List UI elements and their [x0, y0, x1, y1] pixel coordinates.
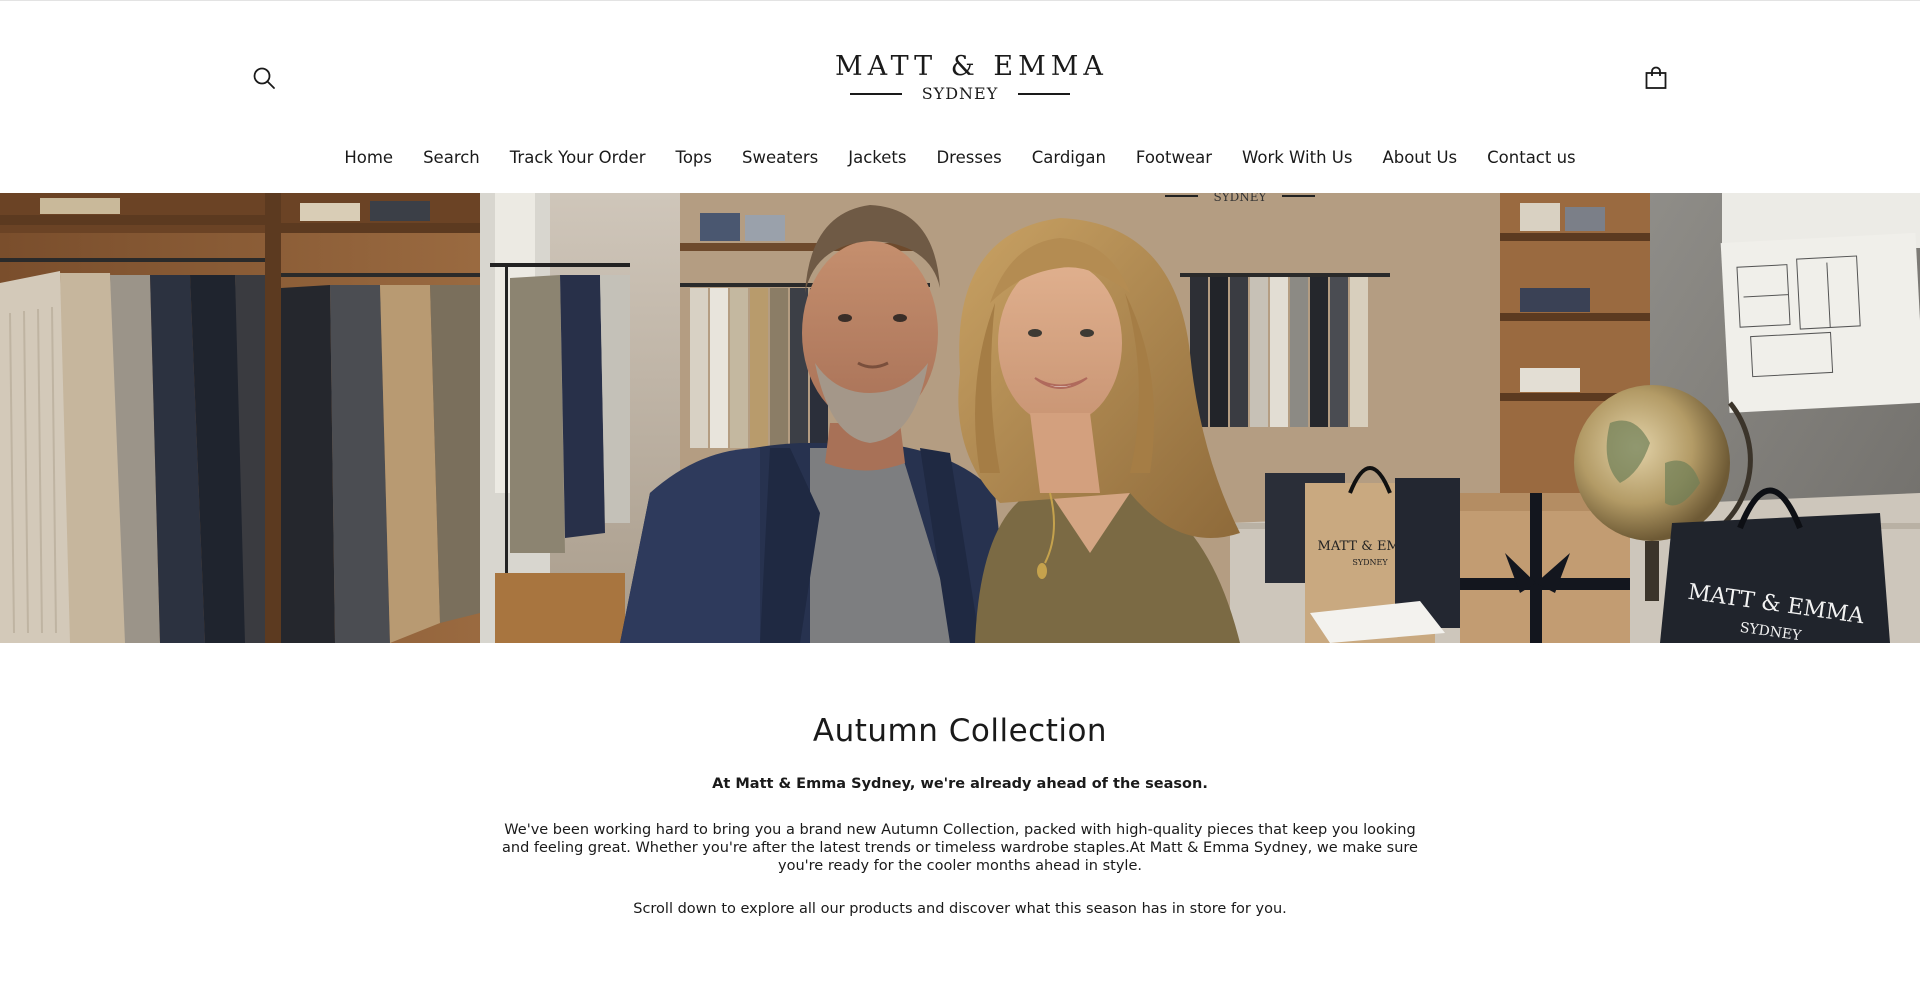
nav-item-jackets[interactable]: Jackets — [848, 148, 906, 167]
hero-image: SYDNEY MATT & EMMA SYDNEY MATT & EMMA SY… — [0, 193, 1920, 643]
shopping-bag-icon — [1645, 66, 1667, 89]
nav-item-footwear[interactable]: Footwear — [1136, 148, 1212, 167]
collection-description: We've been working hard to bring you a b… — [502, 822, 1418, 874]
nav-item-track-your-order[interactable]: Track Your Order — [510, 148, 646, 167]
cart-button[interactable] — [1636, 58, 1676, 98]
search-button[interactable] — [244, 58, 284, 98]
main-navigation: Home Search Track Your Order Tops Sweate… — [0, 141, 1920, 173]
collection-title: Autumn Collection — [812, 713, 1108, 749]
nav-item-tops[interactable]: Tops — [676, 148, 712, 167]
brand-name: MATT & EMMA — [835, 51, 1108, 82]
nav-item-cardigan[interactable]: Cardigan — [1032, 148, 1106, 167]
hero-banner: SYDNEY MATT & EMMA SYDNEY MATT & EMMA SY… — [0, 193, 1920, 643]
nav-item-search[interactable]: Search — [423, 148, 480, 167]
logo-rule-left — [849, 93, 902, 95]
nav-item-work-with-us[interactable]: Work With Us — [1242, 148, 1352, 167]
collection-lead: At Matt & Emma Sydney, we're already ahe… — [712, 776, 1208, 792]
site-header: MATT & EMMA SYDNEY Home Search Track You… — [0, 1, 1920, 193]
logo-rule-right — [1018, 93, 1071, 95]
nav-item-home[interactable]: Home — [344, 148, 393, 167]
hero-sign-location: SYDNEY — [1214, 193, 1268, 204]
nav-item-dresses[interactable]: Dresses — [936, 148, 1001, 167]
nav-item-sweaters[interactable]: Sweaters — [742, 148, 818, 167]
brand-logo[interactable]: MATT & EMMA SYDNEY — [835, 51, 1108, 107]
search-icon — [253, 67, 275, 89]
nav-item-about-us[interactable]: About Us — [1382, 148, 1457, 167]
brand-location: SYDNEY — [921, 84, 999, 103]
hero-bag-location-1: SYDNEY — [1352, 558, 1388, 567]
scroll-note: Scroll down to explore all our products … — [633, 901, 1287, 917]
collection-section: Autumn Collection At Matt & Emma Sydney,… — [0, 643, 1920, 993]
brand-location-row: SYDNEY — [835, 84, 1085, 104]
nav-item-contact-us[interactable]: Contact us — [1487, 148, 1576, 167]
